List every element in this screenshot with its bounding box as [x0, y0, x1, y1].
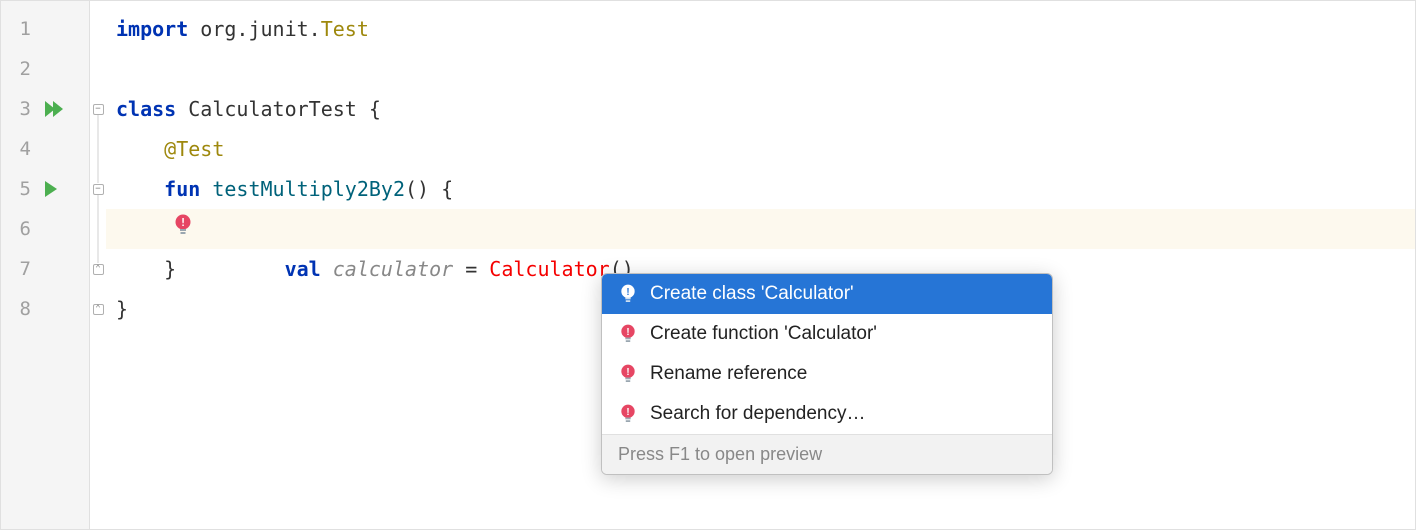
keyword: class [116, 97, 176, 121]
package-path: org.junit. [200, 17, 320, 41]
line-number: 1 [1, 9, 31, 49]
fold-minus-icon: − [93, 104, 104, 115]
quickfix-label: Rename reference [650, 363, 807, 385]
svg-text:!: ! [626, 327, 629, 338]
gutter-slot [41, 129, 89, 169]
brace: { [357, 97, 381, 121]
class-ref: Test [321, 17, 369, 41]
class-name: CalculatorTest [188, 97, 357, 121]
quickfix-search-dependency[interactable]: ! Search for dependency… [602, 394, 1052, 434]
quickfix-popup: ! Create class 'Calculator' ! Create fun… [601, 273, 1053, 475]
footer-text: Press F1 to open preview [618, 444, 822, 465]
run-all-tests-button[interactable] [41, 89, 89, 129]
annotation: @Test [164, 137, 224, 161]
quickfix-label: Create function 'Calculator' [650, 323, 877, 345]
line-number: 8 [1, 289, 31, 329]
line-number: 7 [1, 249, 31, 289]
code-line-empty[interactable] [106, 49, 1415, 89]
function-name: testMultiply2By2 [212, 177, 405, 201]
line-number: 4 [1, 129, 31, 169]
line-number: 5 [1, 169, 31, 209]
code-line[interactable]: fun testMultiply2By2() { [106, 169, 1415, 209]
gutter-slot [41, 9, 89, 49]
fold-slot [90, 9, 106, 49]
keyword: import [116, 17, 188, 41]
error-bulb-icon: ! [618, 284, 638, 304]
gutter: 1 2 3 4 5 6 7 8 [1, 1, 90, 529]
error-bulb-icon: ! [174, 214, 192, 236]
fold-end-icon: ⌃ [93, 304, 104, 315]
fold-slot [90, 49, 106, 89]
line-number: 6 [1, 209, 31, 249]
brace: } [164, 257, 176, 281]
error-bulb-icon: ! [618, 324, 638, 344]
gutter-slot [41, 49, 89, 89]
fold-toggle-class[interactable]: − [90, 89, 106, 129]
error-bulb-icon: ! [618, 364, 638, 384]
brace: } [116, 297, 128, 321]
quickfix-rename-reference[interactable]: ! Rename reference [602, 354, 1052, 394]
fold-slot [90, 129, 106, 169]
quickfix-footer-hint: Press F1 to open preview [602, 434, 1052, 474]
svg-text:!: ! [626, 367, 629, 378]
fold-end-class[interactable]: ⌃ [90, 289, 106, 329]
svg-text:!: ! [626, 287, 629, 298]
code-line[interactable]: class CalculatorTest { [106, 89, 1415, 129]
line-numbers-column: 1 2 3 4 5 6 7 8 [1, 1, 41, 529]
quickfix-create-function[interactable]: ! Create function 'Calculator' [602, 314, 1052, 354]
parens: () { [405, 177, 453, 201]
error-bulb-icon: ! [618, 404, 638, 424]
quickfix-label: Create class 'Calculator' [650, 283, 854, 305]
run-icon [45, 181, 57, 197]
quickfix-label: Search for dependency… [650, 403, 865, 425]
line-number: 3 [1, 89, 31, 129]
svg-text:!: ! [180, 216, 187, 229]
code-line-active[interactable]: ! val calculator = Calculator() [106, 209, 1415, 249]
line-number: 2 [1, 49, 31, 89]
quickfix-create-class[interactable]: ! Create class 'Calculator' [602, 274, 1052, 314]
gutter-slot [41, 289, 89, 329]
code-line[interactable]: import org.junit.Test [106, 9, 1415, 49]
svg-text:!: ! [626, 407, 629, 418]
code-line[interactable]: @Test [106, 129, 1415, 169]
